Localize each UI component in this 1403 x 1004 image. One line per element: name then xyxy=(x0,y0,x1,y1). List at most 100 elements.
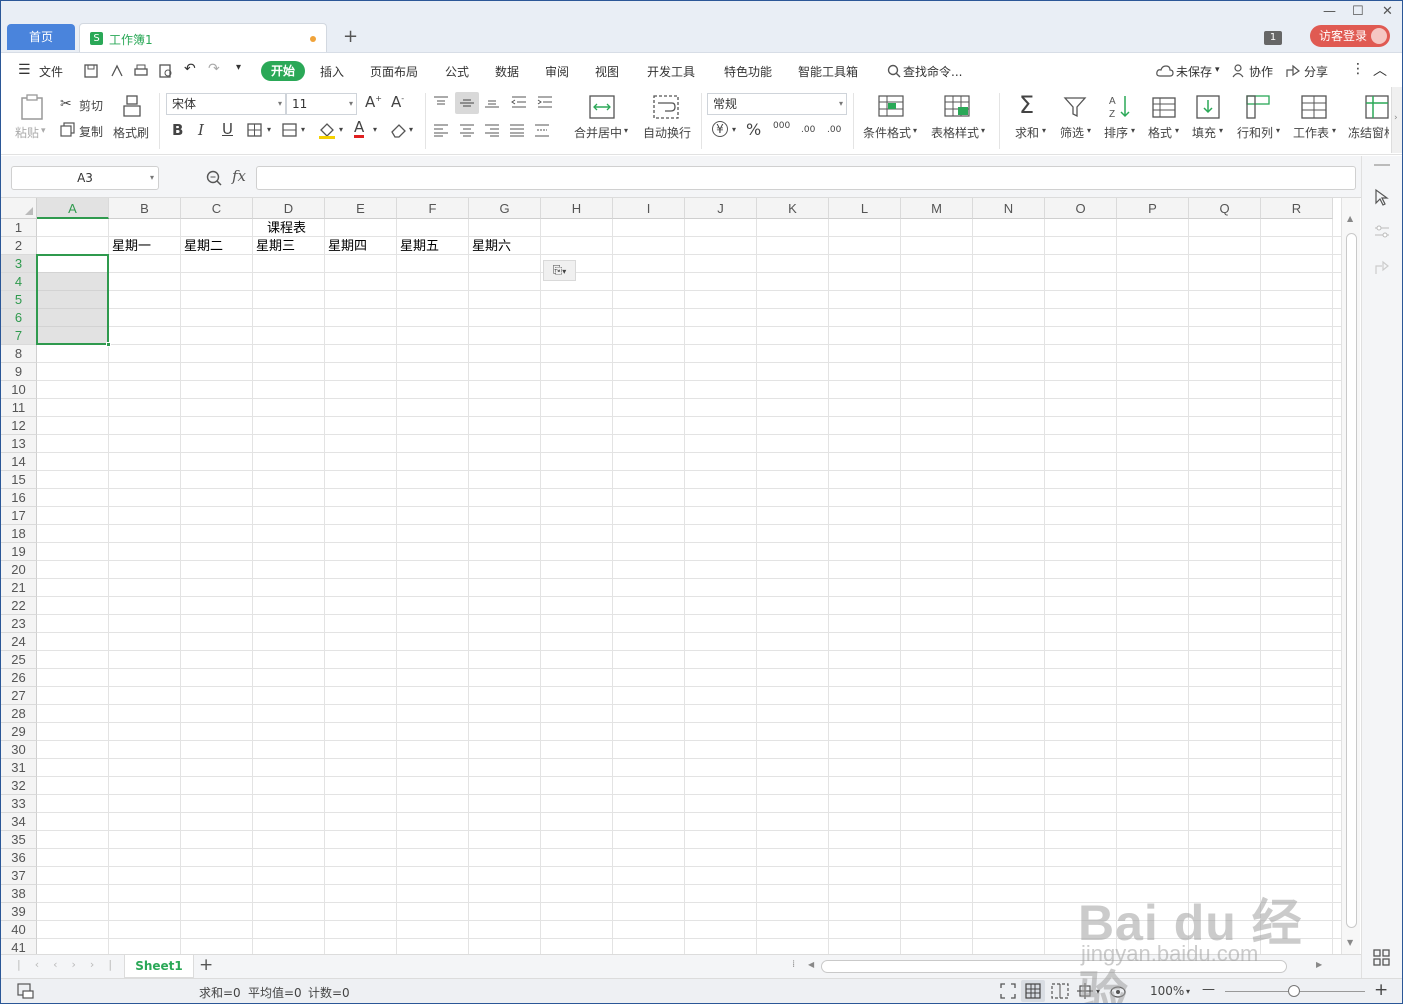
column-header-k[interactable]: K xyxy=(757,198,829,219)
paste-label[interactable]: 粘贴 xyxy=(15,124,39,141)
tab-view[interactable]: 视图 xyxy=(595,63,619,80)
vertical-scrollbar[interactable]: ▲ ▼ xyxy=(1341,198,1360,954)
row-header-16[interactable]: 16 xyxy=(1,489,37,507)
format-button[interactable]: 格式 xyxy=(1148,124,1172,141)
close-window-button[interactable]: ✕ xyxy=(1382,4,1393,19)
sheet-nav-arrows[interactable]: |‹‹››| xyxy=(17,958,126,971)
freeze-panes-icon[interactable] xyxy=(1365,95,1389,119)
column-header-o[interactable]: O xyxy=(1045,198,1117,219)
prev-sheet-icon[interactable]: ‹ xyxy=(53,958,71,971)
paste-icon[interactable] xyxy=(19,93,45,121)
cell-f2[interactable]: 星期五 xyxy=(400,238,439,256)
row-header-32[interactable]: 32 xyxy=(1,777,37,795)
collaborate-button[interactable]: 协作 xyxy=(1249,63,1273,80)
row-header-22[interactable]: 22 xyxy=(1,597,37,615)
fill-icon[interactable] xyxy=(1196,95,1220,119)
menu-file[interactable]: 文件 xyxy=(39,63,63,80)
settings-sliders-icon[interactable] xyxy=(1374,224,1390,240)
row-header-30[interactable]: 30 xyxy=(1,741,37,759)
table-style-icon[interactable] xyxy=(944,95,970,117)
underline-button[interactable]: U xyxy=(222,120,233,138)
paste-options-button[interactable]: ⎘▾ xyxy=(543,260,576,281)
align-left-icon[interactable] xyxy=(433,123,449,137)
column-header-e[interactable]: E xyxy=(325,198,397,219)
decrease-indent-icon[interactable] xyxy=(511,95,527,109)
decrease-decimal-icon[interactable]: .00 xyxy=(827,125,841,135)
eraser-icon[interactable] xyxy=(390,122,408,138)
column-header-n[interactable]: N xyxy=(973,198,1045,219)
row-header-5[interactable]: 5 xyxy=(1,291,37,309)
next-sheet-icon[interactable]: › xyxy=(72,958,90,971)
vertical-scroll-thumb[interactable] xyxy=(1346,233,1357,928)
increase-font-icon[interactable]: A+ xyxy=(365,93,382,111)
apps-grid-icon[interactable] xyxy=(1373,949,1391,967)
column-header-d[interactable]: D xyxy=(253,198,325,219)
zoom-function-icon[interactable] xyxy=(205,169,223,187)
row-header-33[interactable]: 33 xyxy=(1,795,37,813)
row-header-35[interactable]: 35 xyxy=(1,831,37,849)
row-header-31[interactable]: 31 xyxy=(1,759,37,777)
row-header-12[interactable]: 12 xyxy=(1,417,37,435)
row-header-38[interactable]: 38 xyxy=(1,885,37,903)
eraser-dropdown-icon[interactable]: ▾ xyxy=(409,125,413,134)
tab-review[interactable]: 审阅 xyxy=(545,63,569,80)
row-header-10[interactable]: 10 xyxy=(1,381,37,399)
sort-icon[interactable]: AZ xyxy=(1108,93,1132,119)
row-header-20[interactable]: 20 xyxy=(1,561,37,579)
print-preview-icon[interactable] xyxy=(158,63,174,79)
format-dropdown-icon[interactable]: ▾ xyxy=(1175,126,1179,135)
fill-handle[interactable] xyxy=(106,342,111,347)
selected-range[interactable] xyxy=(36,254,111,347)
fullscreen-icon[interactable] xyxy=(1000,983,1016,999)
row-header-41[interactable]: 41 xyxy=(1,939,37,954)
first-sheet-icon[interactable]: |‹ xyxy=(17,958,53,971)
row-column-dropdown-icon[interactable]: ▾ xyxy=(1276,126,1280,135)
cell-area[interactable] xyxy=(37,219,1341,954)
filter-dropdown-icon[interactable]: ▾ xyxy=(1087,126,1091,135)
freeze-panes-button[interactable]: 冻结窗格 xyxy=(1348,124,1389,141)
format-icon[interactable] xyxy=(1152,95,1176,119)
hscroll-split-icon[interactable]: ⁞ xyxy=(792,959,795,970)
cut-button[interactable]: 剪切 xyxy=(79,97,103,114)
row-header-34[interactable]: 34 xyxy=(1,813,37,831)
row-header-26[interactable]: 26 xyxy=(1,669,37,687)
tab-insert[interactable]: 插入 xyxy=(320,63,344,80)
share-panel-icon[interactable] xyxy=(1374,260,1390,276)
collapse-ribbon-icon[interactable]: ︿ xyxy=(1373,60,1387,80)
border-dropdown-icon[interactable]: ▾ xyxy=(267,125,271,134)
cell-d2[interactable]: 星期三 xyxy=(256,238,295,256)
copy-button[interactable]: 复制 xyxy=(79,123,103,140)
tab-smart-toolbox[interactable]: 智能工具箱 xyxy=(798,63,858,80)
macro-record-icon[interactable] xyxy=(17,983,35,999)
column-header-l[interactable]: L xyxy=(829,198,901,219)
quick-access-dropdown-icon[interactable]: ▾ xyxy=(236,62,241,73)
cond-format-dropdown-icon[interactable]: ▾ xyxy=(913,126,917,135)
row-header-25[interactable]: 25 xyxy=(1,651,37,669)
column-header-f[interactable]: F xyxy=(397,198,469,219)
align-top-icon[interactable] xyxy=(433,95,449,109)
paste-dropdown-icon[interactable]: ▾ xyxy=(41,126,46,136)
tab-home[interactable]: 首页 xyxy=(7,24,75,50)
row-header-15[interactable]: 15 xyxy=(1,471,37,489)
last-sheet-icon[interactable]: ›| xyxy=(90,958,126,971)
row-header-40[interactable]: 40 xyxy=(1,921,37,939)
new-tab-button[interactable]: + xyxy=(343,27,358,47)
tab-developer[interactable]: 开发工具 xyxy=(647,63,695,80)
row-header-4[interactable]: 4 xyxy=(1,273,37,291)
row-column-icon[interactable] xyxy=(1246,95,1270,119)
tab-data[interactable]: 数据 xyxy=(495,63,519,80)
bold-button[interactable]: B xyxy=(172,121,183,139)
align-bottom-icon[interactable] xyxy=(484,95,500,109)
ribbon-scroll-right[interactable]: › xyxy=(1391,87,1402,153)
column-header-m[interactable]: M xyxy=(901,198,973,219)
column-header-g[interactable]: G xyxy=(469,198,541,219)
scroll-down-icon[interactable]: ▼ xyxy=(1347,938,1353,947)
row-header-19[interactable]: 19 xyxy=(1,543,37,561)
row-header-23[interactable]: 23 xyxy=(1,615,37,633)
row-header-17[interactable]: 17 xyxy=(1,507,37,525)
increase-decimal-icon[interactable]: .00 xyxy=(801,125,815,135)
row-header-37[interactable]: 37 xyxy=(1,867,37,885)
wrap-text-icon[interactable] xyxy=(653,95,679,119)
insert-function-button[interactable]: fx xyxy=(232,167,246,185)
font-name-select[interactable]: 宋体 ▾ xyxy=(166,93,286,115)
